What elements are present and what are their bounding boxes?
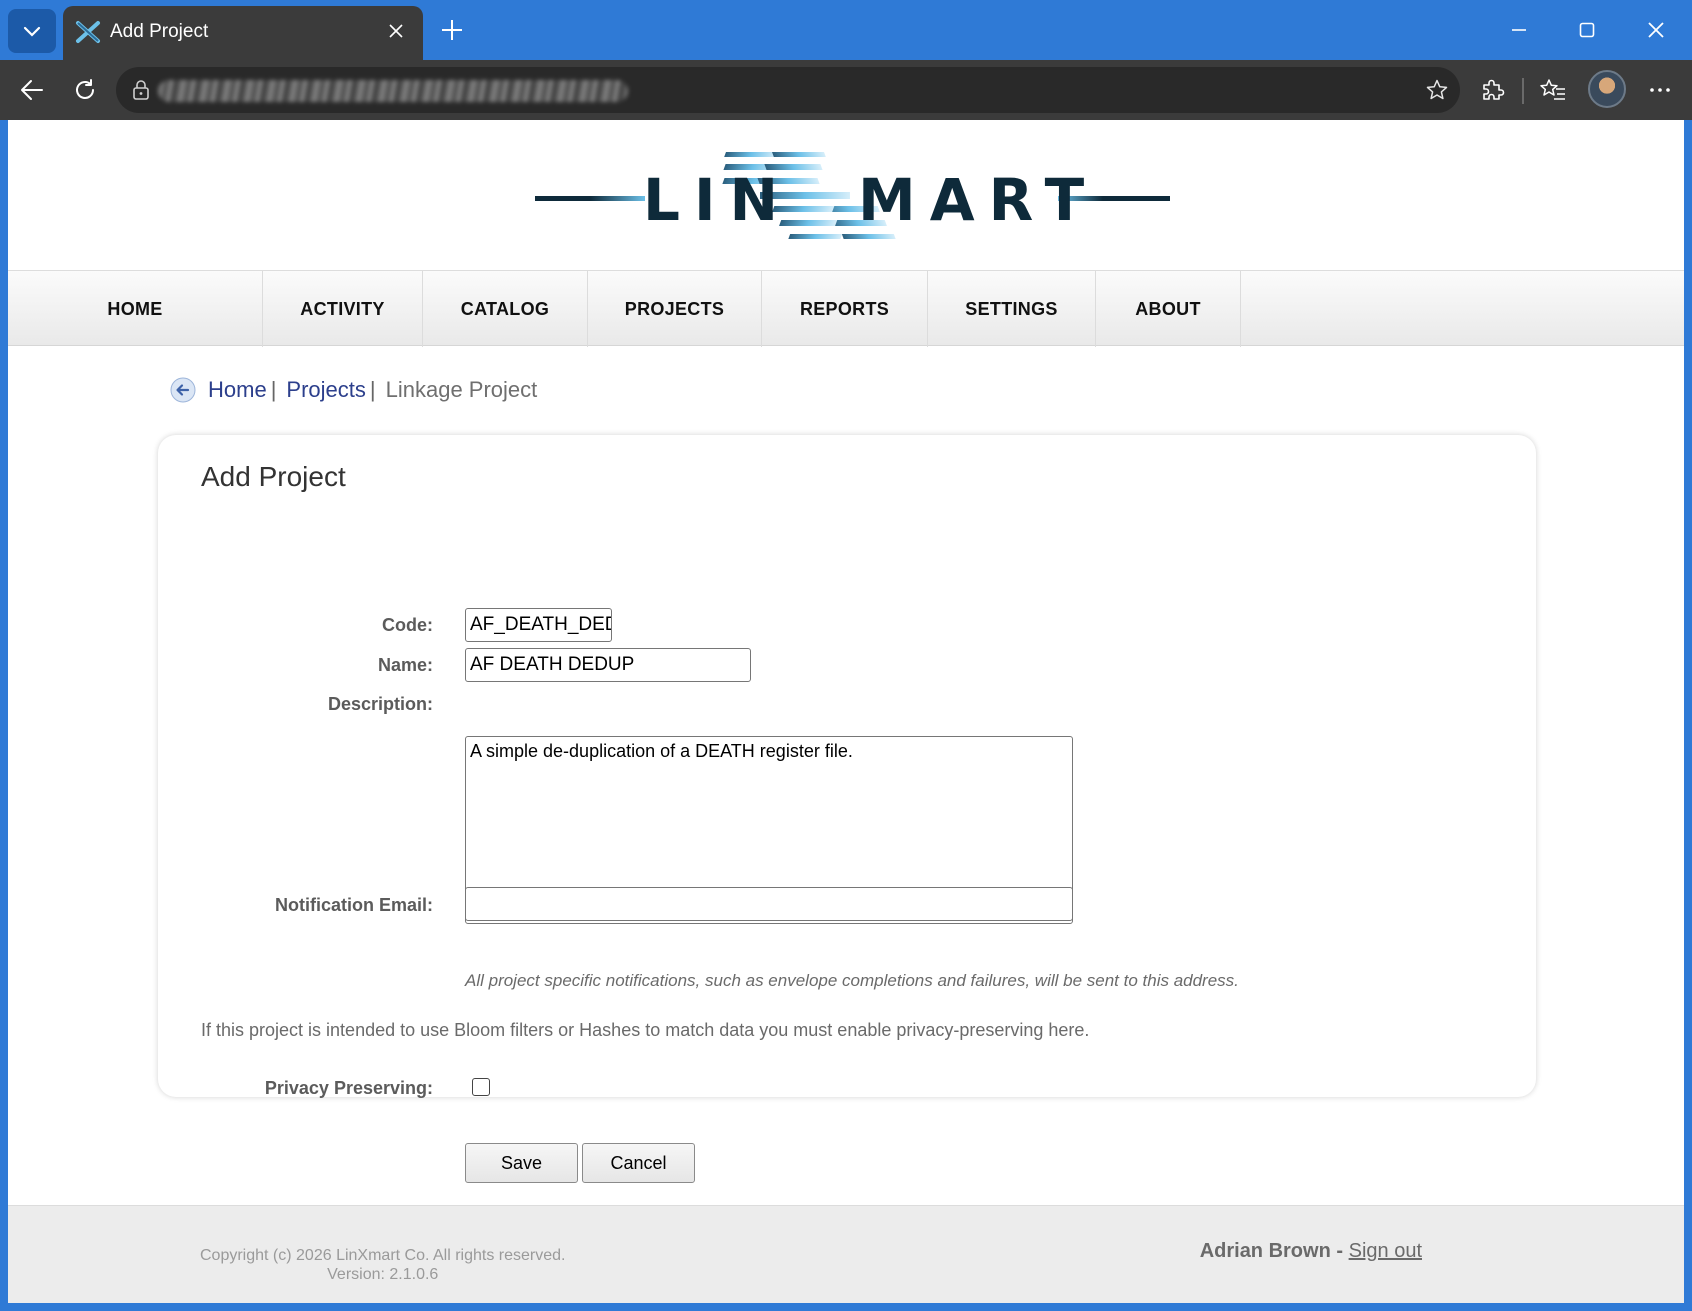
copyright-block: Copyright (c) 2026 LinXmart Co. All righ… (200, 1246, 565, 1284)
svg-text:LIN: LIN (643, 166, 792, 234)
linxmart-logo[interactable]: LIN MART (528, 130, 1178, 260)
linxmart-favicon-icon (76, 21, 100, 43)
refresh-button[interactable] (67, 72, 103, 108)
tab-actions-menu-button[interactable] (8, 9, 56, 53)
main-nav: HOME ACTIVITY CATALOG PROJECTS REPORTS S… (8, 270, 1684, 347)
back-arrow-icon (21, 80, 43, 100)
user-separator: - (1336, 1240, 1344, 1262)
back-circle-icon[interactable] (170, 377, 196, 403)
add-project-form-card: Add Project Code: AF_DEATH_DEDUP Name: A… (158, 435, 1536, 1183)
url-text-redacted (158, 80, 628, 102)
browser-toolbar (0, 60, 1692, 120)
favorites-button[interactable] (1535, 72, 1571, 108)
close-window-button[interactable] (1636, 12, 1676, 48)
nav-item-activity[interactable]: ACTIVITY (263, 271, 423, 347)
toolbar-separator (1522, 78, 1524, 104)
favorites-icon (1540, 79, 1565, 100)
minimize-button[interactable] (1499, 12, 1539, 48)
privacy-info-text: If this project is intended to use Bloom… (201, 1020, 1090, 1040)
user-name: Adrian Brown (1199, 1240, 1331, 1262)
minimize-icon (1512, 29, 1526, 31)
profile-avatar[interactable] (1588, 70, 1626, 108)
page-footer: Copyright (c) 2026 LinXmart Co. All righ… (8, 1205, 1684, 1303)
description-label: Description: (327, 694, 433, 714)
close-icon (1648, 22, 1664, 38)
svg-text:MART: MART (858, 166, 1098, 234)
puzzle-icon (1483, 79, 1505, 100)
code-field[interactable]: AF_DEATH_DEDUP (465, 608, 612, 642)
breadcrumb-separator: | (369, 377, 376, 402)
privacy-preserving-label: Privacy Preserving: (264, 1078, 433, 1098)
nav-item-settings[interactable]: SETTINGS (928, 271, 1096, 347)
refresh-icon (76, 79, 94, 99)
sign-out-link[interactable]: Sign out (1349, 1240, 1422, 1262)
new-tab-button[interactable] (437, 13, 467, 47)
tab-close-button[interactable] (383, 18, 409, 44)
page-title: Add Project (201, 461, 346, 492)
breadcrumb-home-link[interactable]: Home (208, 377, 267, 403)
breadcrumb-separator: | (270, 377, 277, 402)
version-text: Version: 2.1.0.6 (327, 1266, 439, 1283)
plus-icon (442, 20, 462, 40)
page-viewport: LIN MART HOME ACTIVITY CATALOG PROJECTS … (8, 120, 1684, 1303)
more-options-button[interactable] (1642, 72, 1678, 108)
address-bar[interactable] (116, 67, 1460, 113)
breadcrumb-projects-link[interactable]: Projects (286, 377, 365, 403)
close-icon (389, 24, 403, 38)
save-button[interactable]: Save (465, 1143, 578, 1183)
notification-email-label: Notification Email: (274, 895, 433, 915)
breadcrumb-current: Linkage Project (385, 377, 538, 402)
nav-item-about[interactable]: ABOUT (1096, 271, 1241, 347)
chevron-down-icon (23, 26, 41, 37)
description-text: A simple de-duplication of a DEATH regis… (470, 741, 853, 761)
notification-email-hint: All project specific notifications, such… (465, 971, 1239, 990)
name-label: Name: (377, 655, 433, 675)
star-icon (1426, 79, 1448, 100)
cancel-button[interactable]: Cancel (582, 1143, 695, 1183)
breadcrumb: Home | Projects | Linkage Project (170, 374, 537, 406)
maximize-button[interactable] (1567, 12, 1607, 48)
name-field[interactable]: AF DEATH DEDUP (465, 648, 751, 682)
nav-item-projects[interactable]: PROJECTS (588, 271, 762, 347)
extensions-button[interactable] (1474, 72, 1510, 108)
site-header: LIN MART (8, 120, 1684, 270)
maximize-icon (1579, 22, 1595, 38)
privacy-preserving-checkbox[interactable] (472, 1078, 490, 1096)
notification-email-field[interactable] (465, 887, 1073, 921)
lock-icon (133, 80, 149, 100)
browser-titlebar: Add Project (0, 0, 1692, 60)
browser-tab-active[interactable]: Add Project (63, 6, 423, 60)
user-area: Adrian Brown - Sign out (1200, 1240, 1422, 1263)
nav-item-home[interactable]: HOME (8, 271, 263, 347)
more-icon (1650, 88, 1670, 92)
tab-title: Add Project (110, 21, 209, 42)
copyright-text: Copyright (c) 2026 LinXmart Co. All righ… (200, 1247, 566, 1264)
nav-item-catalog[interactable]: CATALOG (423, 271, 588, 347)
nav-item-reports[interactable]: REPORTS (762, 271, 928, 347)
favorite-button[interactable] (1422, 75, 1452, 105)
back-button[interactable] (14, 72, 50, 108)
code-label: Code: (382, 615, 433, 635)
